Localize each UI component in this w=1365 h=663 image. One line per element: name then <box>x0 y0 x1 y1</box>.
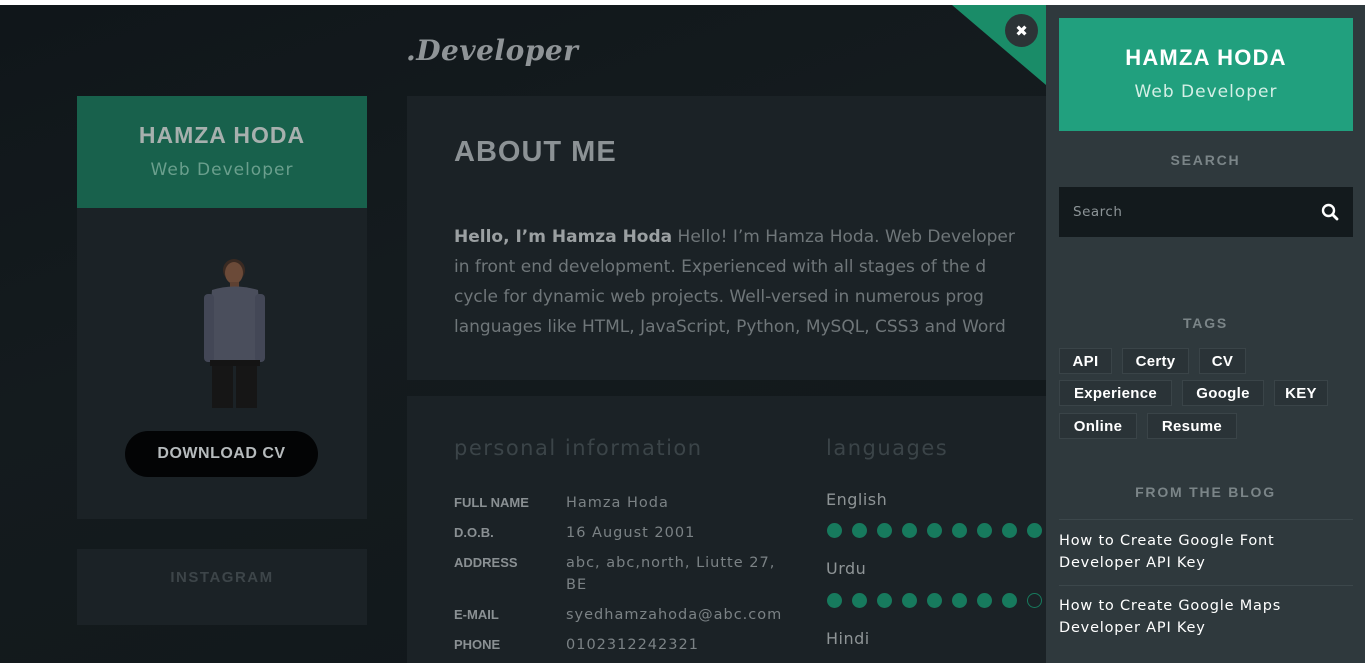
about-line: Hello, I’m Hamza Hoda Hello! I’m Hamza H… <box>454 222 1047 252</box>
tag-experience[interactable]: Experience <box>1059 380 1172 406</box>
profile-name: HAMZA HODA <box>138 122 306 148</box>
info-value: 16 August 2001 <box>566 525 696 541</box>
blog-divider <box>1059 585 1353 586</box>
blog-post-link[interactable]: How to Create Google Font Developer API … <box>1059 530 1353 574</box>
profile-role: Web Developer <box>150 160 294 180</box>
level-dot <box>827 593 842 608</box>
search-icon[interactable] <box>1321 203 1339 221</box>
level-dot <box>852 523 867 538</box>
profile-card: HAMZA HODA Web Developer DOWNLOAD CV <box>77 96 367 519</box>
language-level-english <box>827 523 1042 538</box>
level-dot <box>827 523 842 538</box>
search-title: SEARCH <box>1170 152 1241 168</box>
tag-api[interactable]: API <box>1059 348 1112 374</box>
about-line-text: Hello! I’m Hamza Hoda. Web Developer <box>672 227 1015 247</box>
level-dot <box>852 593 867 608</box>
tag-key[interactable]: KEY <box>1274 380 1328 406</box>
personal-info-title: personal information <box>454 436 703 460</box>
language-name-english: English <box>826 490 888 509</box>
search-input[interactable] <box>1073 204 1321 220</box>
tag-resume[interactable]: Resume <box>1147 413 1237 439</box>
info-value: abc, abc,north, Liutte 27, BE <box>566 555 776 593</box>
level-dot <box>1027 523 1042 538</box>
sidebar-name: HAMZA HODA <box>1125 45 1287 70</box>
level-dot <box>977 523 992 538</box>
close-sidebar-button[interactable]: ✖ <box>1005 14 1038 47</box>
info-label: PHONE <box>454 637 501 652</box>
download-cv-button[interactable]: DOWNLOAD CV <box>125 431 318 477</box>
level-dot <box>902 593 917 608</box>
level-dot <box>902 523 917 538</box>
level-dot <box>1027 593 1042 608</box>
blog-divider <box>1059 519 1353 520</box>
about-text: Hello, I’m Hamza Hoda Hello! I’m Hamza H… <box>454 222 1047 342</box>
languages-title: languages <box>826 436 949 460</box>
about-line: languages like HTML, JavaScript, Python,… <box>454 317 1006 337</box>
language-level-urdu <box>827 593 1042 608</box>
level-dot <box>877 593 892 608</box>
info-value: 0102312242321 <box>566 637 699 653</box>
level-dot <box>927 593 942 608</box>
profile-header: HAMZA HODA Web Developer <box>77 96 367 208</box>
tag-cv[interactable]: CV <box>1199 348 1246 374</box>
info-label: FULL NAME <box>454 495 529 510</box>
tag-online[interactable]: Online <box>1059 413 1137 439</box>
about-intro-bold: Hello, I’m Hamza Hoda <box>454 227 673 247</box>
about-card: ABOUT ME Hello, I’m Hamza Hoda Hello! I’… <box>407 96 1047 380</box>
info-label: ADDRESS <box>454 555 518 570</box>
language-name-urdu: Urdu <box>826 559 867 578</box>
level-dot <box>927 523 942 538</box>
level-dot <box>952 593 967 608</box>
level-dot <box>977 593 992 608</box>
language-name-hindi: Hindi <box>826 629 870 648</box>
about-title: ABOUT ME <box>454 136 617 168</box>
info-value: syedhamzahoda@abc.com <box>566 607 783 623</box>
instagram-title: INSTAGRAM <box>170 569 274 586</box>
level-dot <box>952 523 967 538</box>
level-dot <box>1002 523 1017 538</box>
site-brand[interactable]: .Developer <box>406 34 578 67</box>
close-icon: ✖ <box>1015 21 1028 40</box>
info-label: D.O.B. <box>454 525 494 540</box>
level-dot <box>877 523 892 538</box>
instagram-card: INSTAGRAM <box>77 549 367 625</box>
tags-title: TAGS <box>1182 315 1229 331</box>
search-box <box>1059 187 1353 237</box>
sidebar-panel: HAMZA HODA Web Developer SEARCH TAGS API… <box>1046 5 1365 663</box>
level-dot <box>1002 593 1017 608</box>
blog-post-link[interactable]: How to Create Google Maps Developer API … <box>1059 595 1353 639</box>
info-card: personal information languages FULL NAME… <box>407 396 1047 663</box>
blog-title: FROM THE BLOG <box>1135 484 1276 500</box>
profile-photo <box>204 259 265 408</box>
about-line: cycle for dynamic web projects. Well-ver… <box>454 287 984 307</box>
info-label: E-MAIL <box>454 607 499 622</box>
about-line: in front end development. Experienced wi… <box>454 257 987 277</box>
info-value: Hamza Hoda <box>566 495 669 511</box>
sidebar-role: Web Developer <box>1134 82 1278 102</box>
sidebar-header: HAMZA HODA Web Developer <box>1059 18 1353 131</box>
tag-certy[interactable]: Certy <box>1122 348 1189 374</box>
tag-google[interactable]: Google <box>1182 380 1264 406</box>
